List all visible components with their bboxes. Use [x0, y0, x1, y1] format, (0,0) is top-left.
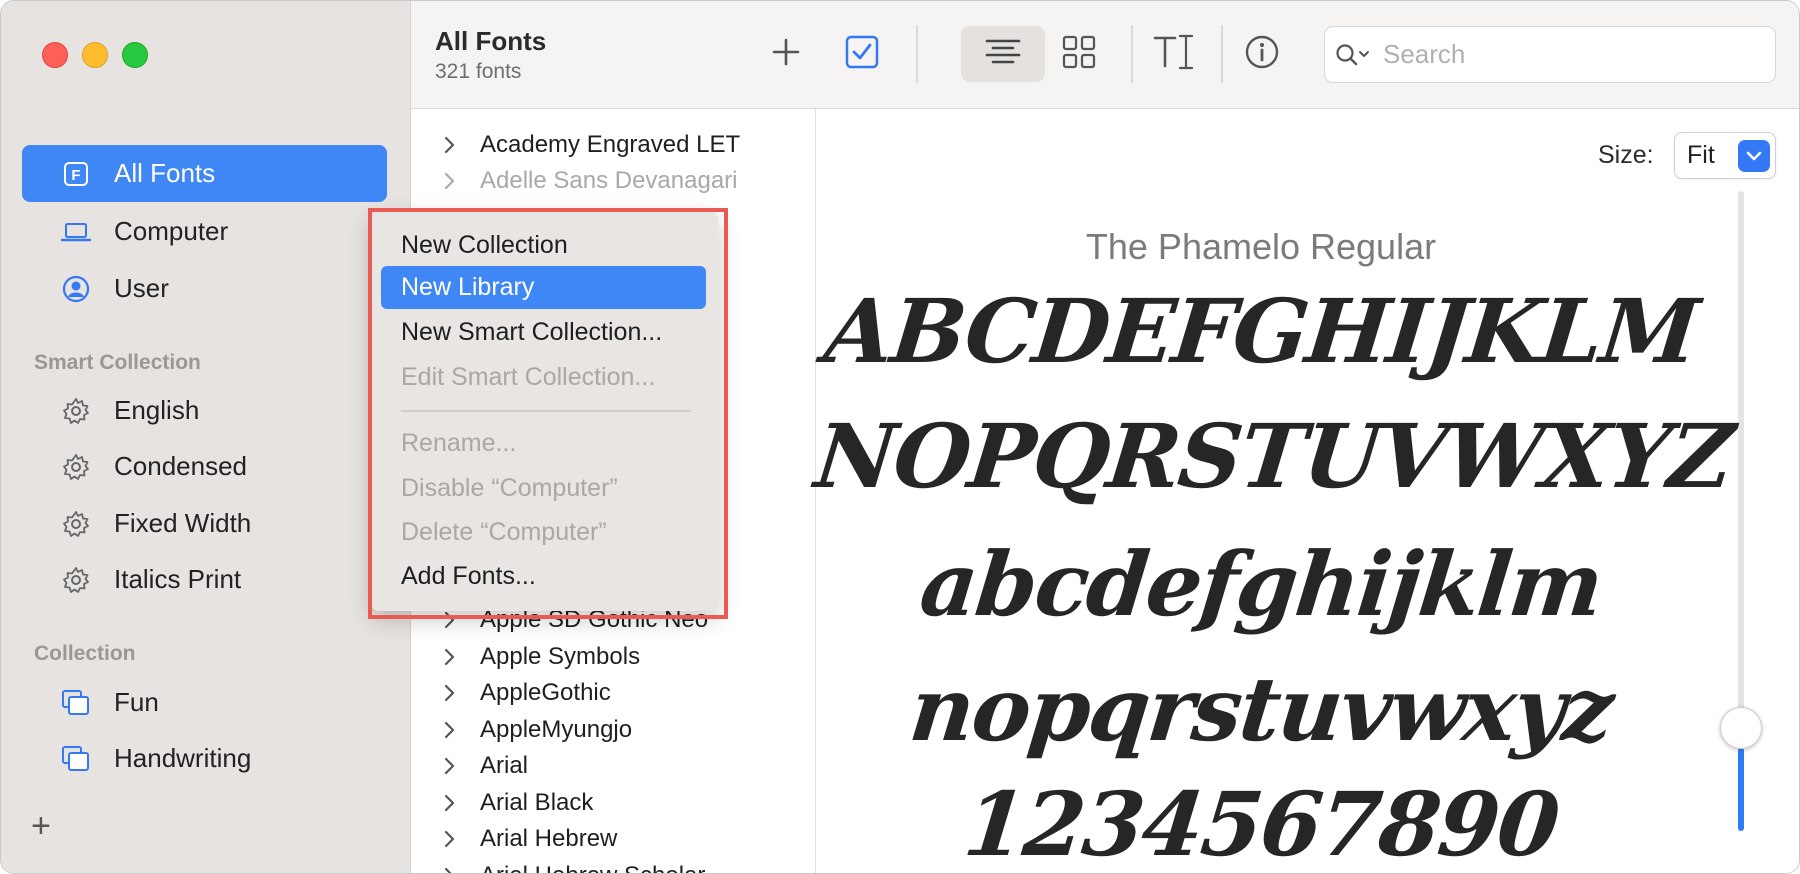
sidebar-item-label: Italics Print: [114, 564, 242, 594]
collection-icon: [60, 687, 92, 719]
sidebar-item-all-fonts[interactable]: F All Fonts: [22, 145, 387, 202]
chevron-right-icon[interactable]: [443, 794, 463, 812]
minimize-window-button[interactable]: [82, 42, 108, 68]
page-title: All Fonts: [435, 26, 547, 56]
user-icon: [60, 273, 92, 305]
svg-text:F: F: [71, 167, 80, 184]
font-family-name: AppleGothic: [480, 679, 611, 706]
gear-icon: [60, 564, 92, 596]
sidebar-item-fun[interactable]: Fun: [22, 674, 387, 731]
font-family-name: Academy Engraved LET: [480, 131, 741, 158]
sidebar-item-label: Handwriting: [114, 743, 252, 773]
sidebar-item-label: User: [114, 273, 169, 303]
collection-header: Collection: [34, 642, 136, 665]
grid-icon: [1062, 35, 1096, 74]
checkbox-icon: [845, 35, 879, 74]
gear-icon: [60, 451, 92, 483]
sidebar-item-italics-print[interactable]: Italics Print: [22, 551, 387, 608]
sidebar-item-handwriting[interactable]: Handwriting: [22, 730, 387, 787]
font-family-name: Arial Hebrew Scholar: [480, 862, 705, 873]
sidebar-item-user[interactable]: User: [22, 260, 387, 317]
font-family-name: Arial Black: [480, 789, 594, 816]
list-item[interactable]: Apple Symbols: [443, 643, 640, 671]
collection-icon: [60, 743, 92, 775]
list-item[interactable]: Arial: [443, 752, 528, 780]
list-item[interactable]: AppleGothic: [443, 679, 611, 707]
sidebar-item-label: Computer: [114, 216, 229, 246]
sidebar-item-label: English: [114, 395, 200, 425]
list-item[interactable]: AppleMyungjo: [443, 716, 632, 744]
chevron-right-icon[interactable]: [443, 648, 463, 666]
text-cursor-icon: [1152, 32, 1196, 77]
sample-digits: 1234567890: [959, 772, 1563, 874]
size-slider-handle[interactable]: [1720, 707, 1762, 749]
sidebar-item-label: Fixed Width: [114, 508, 252, 538]
info-icon: [1244, 34, 1280, 75]
add-fonts-button[interactable]: [763, 31, 809, 77]
sample-lowercase-2: nopqrstuvwxyz: [905, 657, 1617, 761]
preview-font-name: The Phamelo Regular: [1085, 226, 1437, 267]
list-item[interactable]: Academy Engraved LET: [443, 131, 740, 159]
add-collection-button[interactable]: +: [31, 809, 51, 843]
font-book-window: F All Fonts Computer User Smart Collecti…: [0, 0, 1800, 874]
size-label: Size:: [1598, 141, 1654, 169]
chevron-right-icon[interactable]: [443, 830, 463, 848]
zoom-window-button[interactable]: [122, 42, 148, 68]
font-preview: Size: Fit The Phamelo Regular ABCDEFGHIJ…: [811, 109, 1799, 873]
info-button[interactable]: [1239, 31, 1285, 77]
font-family-name: Arial Hebrew: [480, 825, 618, 852]
laptop-icon: [60, 216, 92, 248]
toolbar-separator: [1221, 25, 1223, 83]
annotation-highlight-box: [368, 208, 728, 619]
search-field[interactable]: Search: [1324, 26, 1776, 83]
gear-icon: [60, 395, 92, 427]
validate-fonts-button[interactable]: [839, 31, 885, 77]
text-align-center-icon: [984, 38, 1022, 71]
list-item[interactable]: Adelle Sans Devanagari: [443, 167, 738, 195]
gear-icon: [60, 508, 92, 540]
list-item[interactable]: Arial Hebrew: [443, 825, 617, 853]
sample-lowercase-1: abcdefghijklm: [915, 532, 1607, 636]
list-item[interactable]: Arial Black: [443, 789, 593, 817]
sidebar-item-label: Fun: [114, 687, 159, 717]
sidebar: F All Fonts Computer User Smart Collecti…: [1, 1, 411, 873]
chevron-right-icon[interactable]: [443, 136, 463, 154]
chevron-right-icon[interactable]: [443, 172, 463, 190]
sidebar-item-fixed-width[interactable]: Fixed Width: [22, 495, 387, 552]
sidebar-item-label: Condensed: [114, 451, 247, 481]
sample-uppercase-1: ABCDEFGHIJKLM: [820, 279, 1702, 383]
toolbar-separator: [1131, 25, 1133, 83]
custom-text-button[interactable]: [1146, 29, 1202, 79]
font-family-name: AppleMyungjo: [480, 716, 633, 743]
font-family-name: Arial: [480, 752, 529, 779]
plus-icon: [771, 37, 801, 72]
search-icon: [1335, 42, 1371, 68]
close-window-button[interactable]: [42, 42, 68, 68]
sample-view-button[interactable]: [961, 26, 1045, 82]
sidebar-item-label: All Fonts: [114, 158, 216, 188]
smart-collection-header: Smart Collection: [34, 351, 201, 374]
list-item[interactable]: Arial Hebrew Scholar: [443, 862, 705, 873]
chevron-down-icon: [1738, 139, 1770, 172]
sidebar-item-condensed[interactable]: Condensed: [22, 438, 387, 495]
toolbar-separator: [916, 25, 918, 83]
font-family-name: Adelle Sans Devanagari: [480, 167, 738, 194]
sidebar-item-english[interactable]: English: [22, 382, 387, 439]
grid-view-button[interactable]: [1056, 31, 1102, 77]
size-value: Fit: [1687, 141, 1715, 169]
toolbar: All Fonts 321 fonts Search: [411, 1, 1799, 109]
size-select[interactable]: Fit: [1674, 132, 1776, 179]
chevron-right-icon[interactable]: [443, 721, 463, 739]
font-family-name: Apple Symbols: [480, 643, 641, 670]
size-slider-fill: [1738, 748, 1744, 831]
sample-uppercase-2: NOPQRSTUVWXYZ: [810, 404, 1737, 508]
sidebar-item-computer[interactable]: Computer: [22, 203, 387, 260]
font-book-icon: F: [60, 158, 92, 190]
chevron-right-icon[interactable]: [443, 757, 463, 775]
search-placeholder: Search: [1383, 39, 1466, 69]
chevron-right-icon[interactable]: [443, 867, 463, 873]
chevron-right-icon[interactable]: [443, 684, 463, 702]
font-count: 321 fonts: [435, 60, 522, 83]
